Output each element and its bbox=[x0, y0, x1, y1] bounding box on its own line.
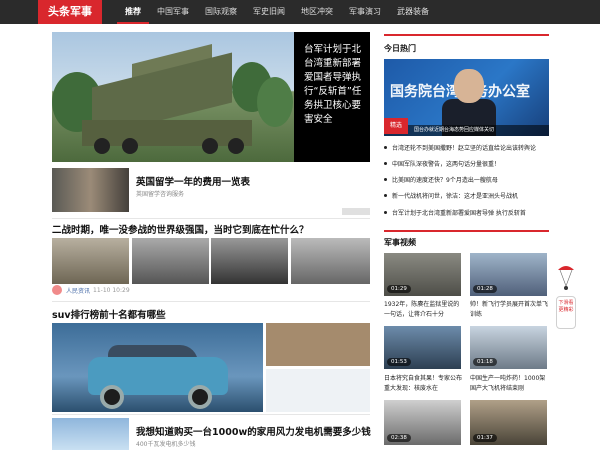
article-time: 11-10 10:29 bbox=[93, 286, 130, 294]
featured-tag: 精选 bbox=[384, 118, 408, 134]
graduates-image[interactable] bbox=[52, 168, 129, 212]
video-duration: 01:28 bbox=[473, 285, 497, 293]
hot-news-item[interactable]: 新一代战机将问世，徐洁：这才是亚洲头号战机 bbox=[384, 191, 554, 200]
article-thumb-2[interactable] bbox=[132, 238, 209, 284]
video-duration: 02:38 bbox=[387, 434, 411, 442]
hot-heading: 今日热门 bbox=[384, 44, 416, 53]
video-thumb[interactable]: 02:38 bbox=[384, 400, 461, 445]
ad-subtitle: 英国留学咨询服务 bbox=[136, 191, 185, 198]
video-duration: 01:53 bbox=[387, 358, 411, 366]
video-duration: 01:18 bbox=[473, 358, 497, 366]
suv-white-car-image[interactable] bbox=[266, 369, 370, 412]
wind-turbine-image[interactable] bbox=[52, 418, 129, 450]
ad-list-item[interactable]: 英国留学一年的费用一览表 英国留学咨询服务 bbox=[52, 168, 370, 216]
top-navbar: 头条军事 推荐 中国军事 国际观察 军史旧闻 地区冲突 军事演习 武器装备 bbox=[0, 0, 600, 24]
suv-main-image[interactable] bbox=[52, 323, 263, 412]
nav-tab-military-history[interactable]: 军史旧闻 bbox=[245, 0, 293, 24]
hot-heading-rule bbox=[384, 34, 549, 36]
article-subtitle-wind: 400千瓦发电机多少钱 bbox=[136, 441, 196, 448]
nav-tab-exercises[interactable]: 军事演习 bbox=[341, 0, 389, 24]
hot-news-item[interactable]: 台军计划于北台湾重新部署爱国者导弹 执行反斩首 bbox=[384, 208, 554, 217]
site-logo[interactable]: 头条军事 bbox=[38, 0, 102, 24]
scroll-more-button[interactable]: 下滑看更精彩 bbox=[556, 296, 576, 329]
nav-tab-china-military[interactable]: 中国军事 bbox=[149, 0, 197, 24]
video-duration: 01:37 bbox=[473, 434, 497, 442]
article-thumb-1[interactable] bbox=[52, 238, 129, 284]
nav-tab-weapons[interactable]: 武器装备 bbox=[389, 0, 437, 24]
video-thumb[interactable]: 01:29 bbox=[384, 253, 461, 296]
ad-tag bbox=[342, 208, 370, 215]
video-heading-rule bbox=[384, 230, 549, 232]
divider bbox=[52, 414, 370, 415]
video-thumb[interactable]: 01:28 bbox=[470, 253, 547, 296]
paraglider-icon bbox=[558, 266, 574, 290]
article-title-ww2[interactable]: 二战时期，唯一没参战的世界级强国，当时它到底在忙什么？ bbox=[52, 222, 309, 236]
article-thumb-4[interactable] bbox=[291, 238, 370, 284]
video-thumb[interactable]: 01:18 bbox=[470, 326, 547, 369]
nav-tab-recommend[interactable]: 推荐 bbox=[117, 0, 149, 24]
suv-interior-image[interactable] bbox=[266, 323, 370, 366]
video-thumb[interactable]: 01:37 bbox=[470, 400, 547, 445]
ad-title[interactable]: 英国留学一年的费用一览表 bbox=[136, 174, 250, 188]
divider bbox=[52, 218, 370, 219]
video-caption[interactable]: 1932年，陈赓在监狱里说的一句话，让蒋介石十分 bbox=[384, 300, 464, 320]
article-title-wind[interactable]: 我想知道购买一台1000w的家用风力发电机需要多少钱 bbox=[136, 424, 371, 438]
main-nav: 推荐 中国军事 国际观察 军史旧闻 地区冲突 军事演习 武器装备 bbox=[117, 0, 437, 24]
article-source[interactable]: 人民资讯 bbox=[66, 286, 90, 295]
article-meta: 人民资讯 11-10 10:29 bbox=[52, 285, 130, 295]
hot-featured-image[interactable]: 国务院台湾事务办公室 国台办就近期台海态势回应媒体关切 bbox=[384, 59, 549, 136]
video-caption[interactable]: 帅！新飞行学员展开首次单飞训练 bbox=[470, 300, 550, 320]
video-caption[interactable]: 中国生产一吨炸药！1000架国产大飞机将结束刚 bbox=[470, 374, 550, 394]
hot-news-item[interactable]: 比美国的速度还快？9个月造出一艘航母 bbox=[384, 175, 554, 184]
video-duration: 01:29 bbox=[387, 285, 411, 293]
hero-caption[interactable]: 台军计划于北台湾重新部署爱国者导弹执行“反斩首”任务拱卫核心要害安全 bbox=[294, 32, 370, 162]
hero-missile-launcher-image[interactable] bbox=[52, 32, 294, 162]
article-title-suv[interactable]: suv排行榜前十名都有哪些 bbox=[52, 307, 166, 321]
hot-featured-caption[interactable]: 国台办就近期台海态势回应媒体关切 bbox=[384, 125, 549, 136]
video-thumb[interactable]: 01:53 bbox=[384, 326, 461, 369]
nav-tab-international[interactable]: 国际观察 bbox=[197, 0, 245, 24]
divider bbox=[52, 301, 370, 302]
hero-banner[interactable]: 台军计划于北台湾重新部署爱国者导弹执行“反斩首”任务拱卫核心要害安全 bbox=[52, 32, 370, 162]
video-heading: 军事视频 bbox=[384, 238, 416, 247]
video-caption[interactable]: 日本将究自食其果！专家公布重大发现：核废水在 bbox=[384, 374, 464, 394]
source-avatar-icon bbox=[52, 285, 62, 295]
article-thumb-3[interactable] bbox=[211, 238, 288, 284]
hot-news-item[interactable]: 台湾还轮不到美国撒野！赵立坚的话直给论出该转舆论 bbox=[384, 143, 554, 152]
hot-news-item[interactable]: 中国军队深夜警告，这两句话分量很重！ bbox=[384, 159, 554, 168]
nav-tab-regional-conflict[interactable]: 地区冲突 bbox=[293, 0, 341, 24]
